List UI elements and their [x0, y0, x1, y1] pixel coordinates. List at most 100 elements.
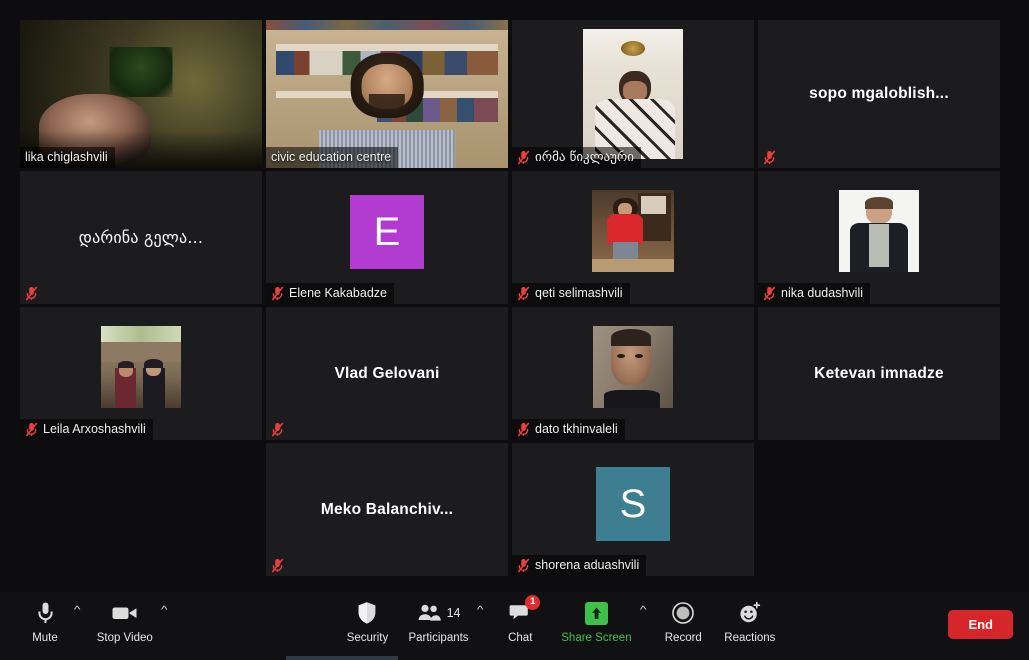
share-screen-button[interactable]: Share Screen [551, 592, 641, 644]
muted-microphone-icon [271, 286, 284, 301]
video-feed [583, 29, 683, 159]
reactions-label: Reactions [724, 632, 776, 644]
muted-microphone-icon [25, 286, 38, 301]
participant-name-text: qeti selimashvili [535, 286, 623, 300]
toolbar-center-group: Security 14 Participants ^ 1 Chat Share … [336, 592, 785, 644]
participant-name-label: dato tkhinvaleli [512, 419, 625, 440]
people-icon: 14 [417, 600, 461, 626]
participant-name-text: dato tkhinvaleli [535, 422, 618, 436]
participant-display-name: sopo mgaloblish... [809, 85, 949, 102]
participant-name-text: ირმა წიკლაური [535, 150, 634, 165]
participant-tile-leila-arxoshashvili[interactable]: Leila Arxoshashvili [20, 307, 262, 440]
grid-row-1: lika chiglashvili civic education centre… [20, 20, 1000, 168]
participant-name-label: civic education centre [266, 147, 399, 168]
participants-count: 14 [446, 606, 461, 620]
avatar-initial: E [373, 209, 401, 254]
participants-control-group: 14 Participants ^ [398, 592, 489, 644]
participant-tile-darina-gelashvili[interactable]: დარინა გელა... [20, 171, 262, 304]
record-label: Record [664, 632, 702, 644]
record-button[interactable]: Record [652, 592, 714, 644]
mute-button[interactable]: Mute [14, 592, 76, 644]
participant-name-label: ირმა წიკლაური [512, 147, 641, 168]
mute-label: Mute [32, 632, 58, 644]
participant-tile-ketevan-imnadze[interactable]: Ketevan imnadze [758, 307, 1000, 440]
avatar: E [350, 195, 424, 270]
participant-tile-irma-tsiklauri[interactable]: ირმა წიკლაური [512, 20, 754, 168]
bottom-scroll-indicator[interactable] [286, 656, 398, 660]
participant-name-label: qeti selimashvili [512, 283, 630, 304]
muted-microphone-icon [517, 150, 530, 165]
video-feed [20, 20, 262, 168]
video-camera-icon [111, 600, 139, 626]
share-screen-control-group: Share Screen ^ [551, 592, 652, 644]
participant-name-text: shorena aduashvili [535, 558, 640, 572]
meeting-toolbar: Mute ^ Stop Video ^ Security 14 Particip… [0, 592, 1029, 660]
participant-name-label [266, 419, 291, 440]
shield-icon [357, 600, 377, 626]
video-feed [592, 189, 674, 272]
participant-name-label [758, 147, 783, 168]
grid-row-3: Leila Arxoshashvili Vlad Gelovani dato t… [20, 307, 1000, 440]
share-screen-label: Share Screen [561, 632, 632, 644]
muted-microphone-icon [763, 150, 776, 165]
participant-name-text: Elene Kakabadze [289, 286, 387, 300]
participant-name-label: Leila Arxoshashvili [20, 419, 153, 440]
muted-microphone-icon [271, 558, 284, 573]
participant-tile-dato-tkhinvaleli[interactable]: dato tkhinvaleli [512, 307, 754, 440]
chat-bubble-icon: 1 [509, 595, 541, 626]
security-button[interactable]: Security [336, 592, 398, 644]
participant-name-label: lika chiglashvili [20, 147, 115, 168]
end-meeting-button[interactable]: End [948, 609, 1013, 639]
participant-name-text: civic education centre [271, 150, 392, 164]
participant-name-label [266, 555, 291, 576]
participant-tile-vlad-gelovani[interactable]: Vlad Gelovani [266, 307, 508, 440]
smiley-plus-icon [738, 600, 762, 626]
participant-display-name: დარინა გელა... [78, 228, 204, 247]
video-options-chevron-up-icon[interactable]: ^ [161, 592, 176, 616]
stop-video-button[interactable]: Stop Video [87, 592, 163, 644]
participant-tile-shorena-aduashvili[interactable]: S shorena aduashvili [512, 443, 754, 576]
participants-button[interactable]: 14 Participants [398, 592, 478, 644]
muted-microphone-icon [271, 422, 284, 437]
share-screen-icon [584, 600, 608, 626]
participant-name-label [20, 283, 45, 304]
muted-microphone-icon [517, 558, 530, 573]
chat-button[interactable]: 1 Chat [489, 592, 551, 644]
avatar-initial: S [619, 481, 647, 526]
muted-microphone-icon [25, 422, 38, 437]
participant-display-name: Ketevan imnadze [814, 364, 944, 382]
participant-name-label: Elene Kakabadze [266, 283, 394, 304]
participant-name-text: Leila Arxoshashvili [43, 422, 146, 436]
avatar: S [596, 467, 670, 542]
participant-tile-nika-dudashvili[interactable]: nika dudashvili [758, 171, 1000, 304]
security-label: Security [346, 632, 389, 644]
participants-label: Participants [408, 632, 469, 644]
microphone-icon [36, 600, 55, 626]
participant-video-grid: lika chiglashvili civic education centre… [20, 20, 1000, 592]
video-control-group: Stop Video ^ [87, 592, 176, 645]
participant-tile-qeti-selimashvili[interactable]: qeti selimashvili [512, 171, 754, 304]
participant-name-text: lika chiglashvili [25, 150, 108, 164]
muted-microphone-icon [763, 286, 776, 301]
participant-tile-elene-kakabadze[interactable]: E Elene Kakabadze [266, 171, 508, 304]
chat-unread-badge: 1 [525, 595, 541, 610]
participant-name-label: nika dudashvili [758, 283, 870, 304]
participant-tile-meko-balanchivadze[interactable]: Meko Balanchiv... [266, 443, 508, 576]
video-feed [101, 325, 181, 408]
zoom-meeting-window: lika chiglashvili civic education centre… [0, 0, 1029, 660]
toolbar-left-group: Mute ^ Stop Video ^ [0, 592, 173, 644]
mute-control-group: Mute ^ [14, 592, 87, 644]
toolbar-right-group: End [948, 592, 1029, 660]
video-feed [266, 20, 508, 168]
reactions-button[interactable]: Reactions [714, 592, 785, 644]
stop-video-label: Stop Video [96, 632, 153, 644]
participant-tile-lika-chiglashvili[interactable]: lika chiglashvili [20, 20, 262, 168]
muted-microphone-icon [517, 422, 530, 437]
participant-name-label: shorena aduashvili [512, 555, 647, 576]
muted-microphone-icon [517, 286, 530, 301]
participant-tile-sopo-mgaloblishvili[interactable]: sopo mgaloblish... [758, 20, 1000, 168]
video-feed [593, 325, 673, 408]
participant-display-name: Vlad Gelovani [334, 364, 440, 382]
chat-label: Chat [508, 632, 533, 644]
participant-tile-civic-education-centre[interactable]: civic education centre [266, 20, 508, 168]
